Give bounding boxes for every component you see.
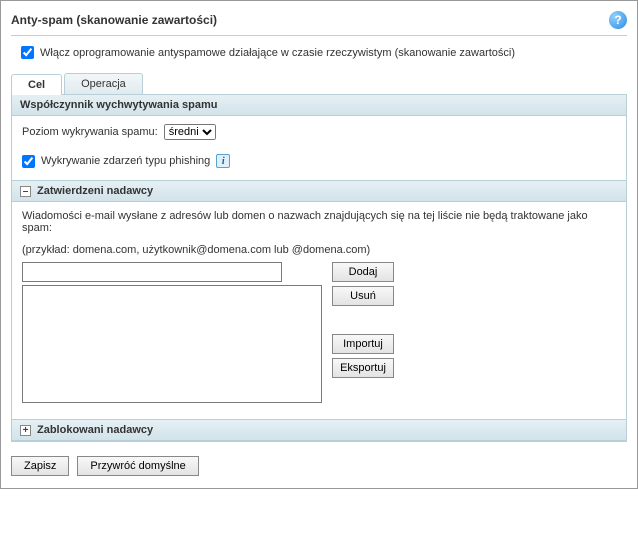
approved-senders-title: Zatwierdzeni nadawcy	[37, 185, 153, 197]
phishing-row: Wykrywanie zdarzeń typu phishing i	[22, 154, 616, 168]
info-icon[interactable]: i	[216, 154, 230, 168]
tab-cel[interactable]: Cel	[11, 74, 62, 95]
header-row: Anty-spam (skanowanie zawartości) ?	[11, 9, 627, 36]
approved-senders-header: – Zatwierdzeni nadawcy	[12, 180, 626, 202]
collapse-icon[interactable]: –	[20, 186, 31, 197]
blocked-senders-header: + Zablokowani nadawcy	[12, 419, 626, 441]
detection-level-row: Poziom wykrywania spamu: średni	[22, 124, 616, 140]
approved-example: (przykład: domena.com, użytkownik@domena…	[22, 244, 616, 256]
enable-row: Włącz oprogramowanie antyspamowe działaj…	[21, 46, 627, 59]
phishing-checkbox[interactable]	[22, 155, 35, 168]
enable-checkbox[interactable]	[21, 46, 34, 59]
section-gap	[12, 411, 626, 419]
page-container: Anty-spam (skanowanie zawartości) ? Włąc…	[0, 0, 638, 489]
tab-content: Współczynnik wychwytywania spamu Poziom …	[11, 95, 627, 442]
sender-entry-input[interactable]	[22, 262, 282, 282]
tab-operacja[interactable]: Operacja	[64, 73, 143, 94]
add-button[interactable]: Dodaj	[332, 262, 394, 282]
tabstrip: Cel Operacja	[11, 73, 627, 95]
approved-desc: Wiadomości e-mail wysłane z adresów lub …	[22, 210, 616, 234]
restore-defaults-button[interactable]: Przywróć domyślne	[77, 456, 198, 476]
approved-list-area: Dodaj Usuń Importuj Eksportuj	[22, 262, 616, 403]
catch-rate-header: Współczynnik wychwytywania spamu	[12, 95, 626, 116]
export-button[interactable]: Eksportuj	[332, 358, 394, 378]
import-button[interactable]: Importuj	[332, 334, 394, 354]
detection-level-select[interactable]: średni	[164, 124, 216, 140]
blocked-senders-title: Zablokowani nadawcy	[37, 424, 153, 436]
approved-senders-body: Wiadomości e-mail wysłane z adresów lub …	[12, 202, 626, 411]
page-title: Anty-spam (skanowanie zawartości)	[11, 13, 217, 27]
remove-button[interactable]: Usuń	[332, 286, 394, 306]
phishing-label: Wykrywanie zdarzeń typu phishing	[41, 155, 210, 167]
approved-senders-listbox[interactable]	[22, 285, 322, 403]
button-gap	[332, 310, 394, 330]
inputs-col	[22, 262, 322, 403]
save-button[interactable]: Zapisz	[11, 456, 69, 476]
approved-buttons-col: Dodaj Usuń Importuj Eksportuj	[332, 262, 394, 378]
help-icon[interactable]: ?	[609, 11, 627, 29]
catch-rate-body: Poziom wykrywania spamu: średni Wykrywan…	[12, 116, 626, 180]
enable-label: Włącz oprogramowanie antyspamowe działaj…	[40, 47, 515, 59]
detection-level-label: Poziom wykrywania spamu:	[22, 126, 158, 138]
footer-buttons: Zapisz Przywróć domyślne	[11, 456, 627, 476]
expand-icon[interactable]: +	[20, 425, 31, 436]
